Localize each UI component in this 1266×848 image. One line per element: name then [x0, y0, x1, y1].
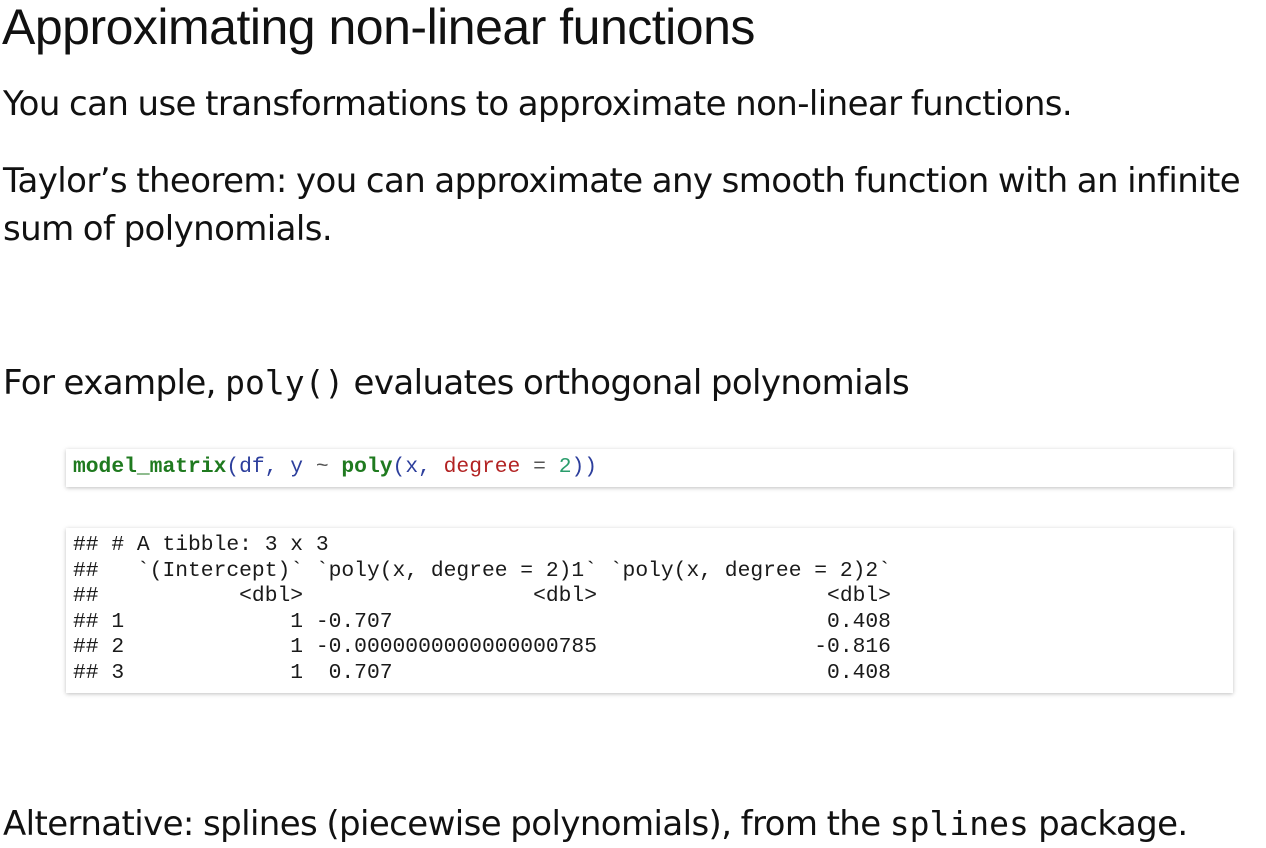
- output-line: ## `(Intercept)` `poly(x, degree = 2)1` …: [73, 558, 891, 583]
- example-text-before: For example,: [3, 363, 226, 403]
- output-line: ## # A tibble: 3 x 3: [73, 533, 329, 557]
- splines-paragraph: Alternative: splines (piecewise polynomi…: [3, 800, 1188, 848]
- taylor-line-2: sum of polynomials.: [3, 209, 333, 249]
- code-paren-open: (: [226, 455, 240, 479]
- output-line: ## <dbl> <dbl> <dbl>: [73, 584, 891, 609]
- output-line: ## 1 1 -0.707 0.408: [73, 609, 891, 634]
- code-equals: =: [520, 455, 559, 479]
- output-line: ## 2 1 -0.0000000000000000785 -0.816: [73, 635, 891, 660]
- code-arg-degree: degree: [443, 455, 521, 479]
- inline-code-splines: splines: [889, 804, 1029, 843]
- code-input-line: model_matrix(df, y ~ poly(x, degree = 2)…: [73, 455, 1233, 481]
- code-tilde: ~: [303, 455, 342, 479]
- example-text-after: evaluates orthogonal polynomials: [344, 363, 910, 403]
- code-output-text: ## # A tibble: 3 x 3 ## `(Intercept)` `p…: [73, 533, 1233, 687]
- code-var-y: y: [290, 455, 304, 479]
- code-number-2: 2: [558, 455, 572, 479]
- slide-title: Approximating non-linear functions: [2, 0, 755, 55]
- code-comma-2: ,: [418, 455, 444, 479]
- code-arg-df: df: [239, 455, 265, 479]
- taylor-paragraph: Taylor’s theorem: you can approximate an…: [3, 157, 1241, 253]
- code-var-x: x: [405, 455, 419, 479]
- code-comma-1: ,: [264, 455, 291, 479]
- code-output-block: ## # A tibble: 3 x 3 ## `(Intercept)` `p…: [66, 528, 1233, 693]
- example-paragraph: For example, poly() evaluates orthogonal…: [3, 359, 910, 407]
- splines-text-after: package.: [1028, 804, 1188, 844]
- code-fn-model-matrix: model_matrix: [73, 455, 227, 479]
- inline-code-poly: poly(): [225, 363, 345, 402]
- splines-text-before: Alternative: splines (piecewise polynomi…: [3, 804, 890, 844]
- code-paren-close: )): [571, 455, 598, 479]
- output-line: ## 3 1 0.707 0.408: [73, 660, 891, 685]
- code-paren-open-2: (: [392, 455, 406, 479]
- code-fn-poly: poly: [341, 455, 393, 479]
- taylor-line-1: Taylor’s theorem: you can approximate an…: [3, 161, 1241, 201]
- code-input-block: model_matrix(df, y ~ poly(x, degree = 2)…: [66, 449, 1233, 487]
- intro-paragraph: You can use transformations to approxima…: [3, 84, 1073, 124]
